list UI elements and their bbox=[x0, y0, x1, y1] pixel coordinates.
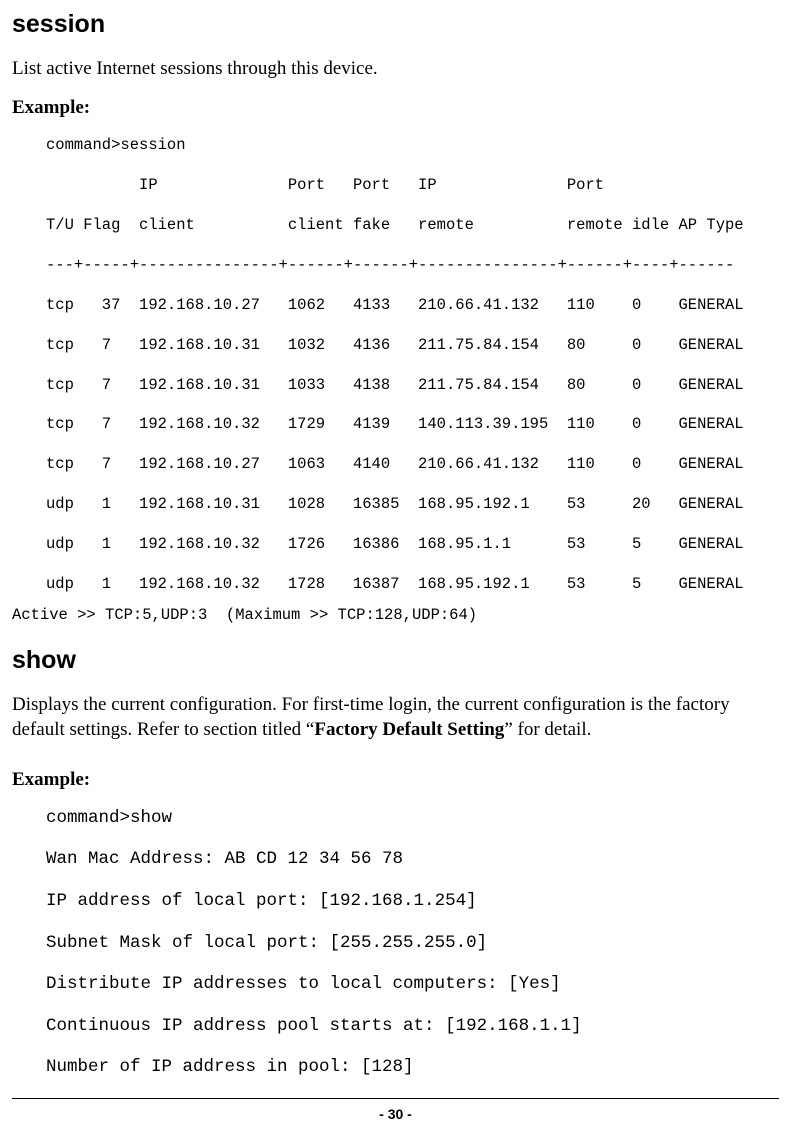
heading-show: show bbox=[12, 644, 779, 678]
show-line: Distribute IP addresses to local compute… bbox=[46, 973, 779, 997]
example-label-show: Example: bbox=[12, 767, 779, 793]
show-output-block: command>show Wan Mac Address: AB CD 12 3… bbox=[12, 807, 779, 1080]
session-active-summary: Active >> TCP:5,UDP:3 (Maximum >> TCP:12… bbox=[12, 605, 779, 626]
table-row: udp 1 192.168.10.32 1728 16387 168.95.19… bbox=[46, 574, 779, 595]
table-row: tcp 7 192.168.10.32 1729 4139 140.113.39… bbox=[46, 414, 779, 435]
example-label-session: Example: bbox=[12, 95, 779, 121]
heading-session: session bbox=[12, 8, 779, 42]
session-divider: ---+-----+---------------+------+------+… bbox=[46, 255, 779, 276]
show-line: IP address of local port: [192.168.1.254… bbox=[46, 890, 779, 914]
footer-rule bbox=[12, 1098, 779, 1099]
session-header-2: T/U Flag client client fake remote remot… bbox=[46, 215, 779, 236]
session-header-1: IP Port Port IP Port bbox=[46, 175, 779, 196]
show-desc-after: ” for detail. bbox=[504, 719, 591, 740]
show-description: Displays the current configuration. For … bbox=[12, 692, 779, 743]
show-line: Number of IP address in pool: [128] bbox=[46, 1056, 779, 1080]
show-desc-bold: Factory Default Setting bbox=[314, 719, 504, 740]
session-prompt: command>session bbox=[46, 135, 779, 156]
show-line: Subnet Mask of local port: [255.255.255.… bbox=[46, 932, 779, 956]
table-row: tcp 37 192.168.10.27 1062 4133 210.66.41… bbox=[46, 295, 779, 316]
show-line: Continuous IP address pool starts at: [1… bbox=[46, 1015, 779, 1039]
table-row: udp 1 192.168.10.31 1028 16385 168.95.19… bbox=[46, 494, 779, 515]
table-row: tcp 7 192.168.10.31 1032 4136 211.75.84.… bbox=[46, 335, 779, 356]
session-description: List active Internet sessions through th… bbox=[12, 56, 779, 82]
table-row: tcp 7 192.168.10.31 1033 4138 211.75.84.… bbox=[46, 375, 779, 396]
session-output-block: command>session IP Port Port IP Port T/U… bbox=[12, 135, 779, 595]
page-number: - 30 - bbox=[12, 1105, 779, 1124]
show-prompt: command>show bbox=[46, 807, 779, 831]
table-row: udp 1 192.168.10.32 1726 16386 168.95.1.… bbox=[46, 534, 779, 555]
show-line: Wan Mac Address: AB CD 12 34 56 78 bbox=[46, 848, 779, 872]
table-row: tcp 7 192.168.10.27 1063 4140 210.66.41.… bbox=[46, 454, 779, 475]
